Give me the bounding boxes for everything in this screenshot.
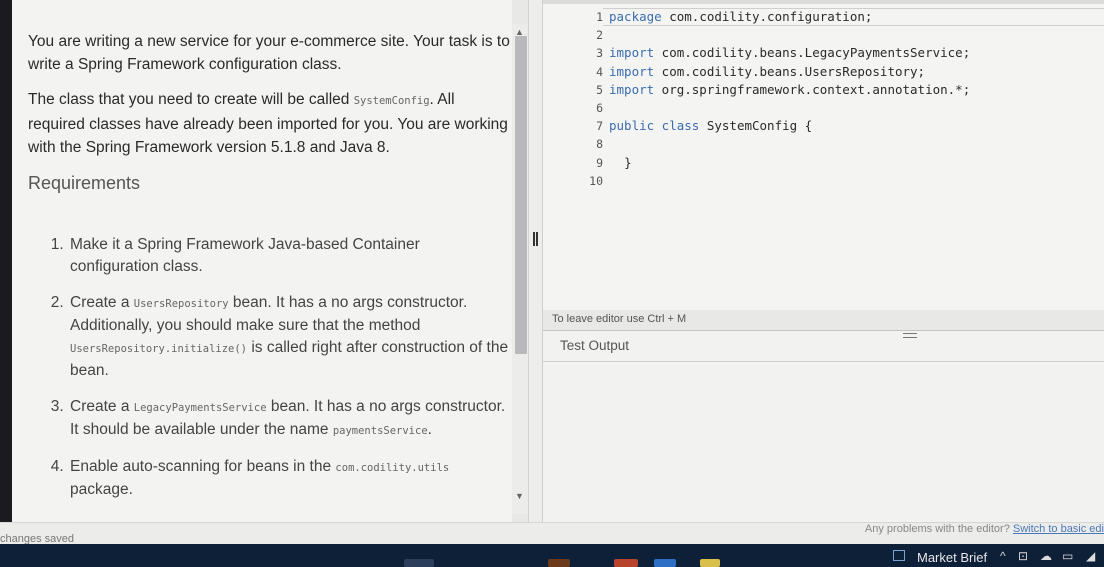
requirement-text: Make it a Spring Framework Java-based Co… bbox=[70, 236, 420, 275]
code-keyword: import bbox=[609, 81, 655, 97]
class-name-code: SystemConfig bbox=[353, 95, 430, 107]
scroll-down-arrow-icon[interactable]: ▼ bbox=[515, 492, 524, 501]
code-text: com.codility.beans.LegacyPaymentsService… bbox=[654, 45, 971, 61]
code-keyword: import bbox=[609, 63, 655, 79]
code-text: SystemConfig { bbox=[699, 118, 813, 134]
code-text: } bbox=[624, 154, 632, 170]
line-number: 8 bbox=[596, 137, 603, 152]
tray-cloud-icon[interactable]: ☁ bbox=[1040, 549, 1052, 563]
code-line[interactable]: import com.codility.beans.UsersRepositor… bbox=[609, 63, 1099, 81]
code-line[interactable] bbox=[609, 172, 1099, 190]
requirement-item-3: Create a LegacyPaymentsService bean. It … bbox=[68, 396, 512, 442]
line-number-gutter: 1 2 3 4 5 6 7 8 9 10 bbox=[561, 8, 603, 190]
switch-to-basic-editor-link[interactable]: Switch to basic edi bbox=[1013, 523, 1104, 535]
requirement-code: LegacyPaymentsService bbox=[133, 402, 267, 414]
taskbar-browser-icon[interactable] bbox=[614, 559, 638, 567]
code-line[interactable]: package com.codility.configuration; bbox=[609, 8, 1099, 26]
intro-paragraph-1: You are writing a new service for your e… bbox=[28, 33, 510, 73]
test-output-panel: Test Output bbox=[543, 331, 1104, 522]
editor-top-border bbox=[543, 0, 1104, 4]
code-keyword: public class bbox=[609, 118, 700, 134]
line-number: 9 bbox=[596, 155, 603, 170]
code-text: org.springframework.context.annotation.*… bbox=[654, 81, 971, 97]
requirement-text: Enable auto-scanning for beans in the bbox=[70, 458, 336, 475]
line-number: 4 bbox=[596, 64, 603, 79]
requirement-code: UsersRepository.initialize() bbox=[70, 343, 248, 355]
code-area[interactable]: package com.codility.configuration; impo… bbox=[609, 8, 1099, 190]
output-tab-divider bbox=[543, 361, 1104, 362]
editor-problems-text: Any problems with the editor? Switch to … bbox=[865, 523, 1104, 535]
code-line[interactable] bbox=[609, 26, 1099, 44]
taskbar-folder-icon[interactable] bbox=[700, 559, 720, 567]
code-text: com.codility.beans.UsersRepository; bbox=[654, 63, 926, 79]
line-number: 6 bbox=[596, 100, 603, 115]
taskbar-app-icon[interactable] bbox=[654, 559, 676, 567]
resize-grip-icon[interactable] bbox=[903, 333, 917, 338]
code-line[interactable] bbox=[609, 99, 1099, 117]
requirement-text: . bbox=[427, 421, 432, 438]
pane-splitter[interactable] bbox=[528, 0, 543, 522]
intro-paragraph-2: The class that you need to create will b… bbox=[28, 88, 512, 159]
task-scrollbar[interactable]: ▲ ▼ bbox=[512, 24, 528, 514]
requirement-code: paymentsService bbox=[332, 425, 428, 437]
code-line[interactable] bbox=[609, 135, 1099, 153]
os-taskbar: Market Brief ^ ⊡ ☁ ▭ ◢ bbox=[0, 544, 1104, 567]
taskbar-app-icon[interactable] bbox=[404, 559, 434, 567]
code-editor[interactable]: 1 2 3 4 5 6 7 8 9 10 package com.codilit… bbox=[543, 0, 1104, 325]
news-widget-label[interactable]: Market Brief bbox=[917, 550, 987, 565]
code-line[interactable]: public class SystemConfig { bbox=[609, 117, 1099, 135]
line-number: 3 bbox=[596, 46, 603, 61]
taskbar-app-icon[interactable] bbox=[548, 559, 570, 567]
requirement-code: UsersRepository bbox=[133, 298, 229, 310]
tab-test-output[interactable]: Test Output bbox=[560, 338, 629, 353]
requirement-text: Create a bbox=[70, 294, 134, 311]
tray-wifi-icon[interactable]: ◢ bbox=[1086, 549, 1095, 563]
task-body: You are writing a new service for your e… bbox=[28, 30, 512, 515]
line-number: 10 bbox=[589, 173, 603, 188]
output-separator bbox=[543, 330, 1104, 331]
code-text: com.codility.configuration; bbox=[661, 9, 873, 24]
code-keyword: import bbox=[609, 45, 655, 61]
intro-text: The class that you need to create will b… bbox=[28, 91, 354, 108]
code-line[interactable]: import org.springframework.context.annot… bbox=[609, 81, 1099, 99]
news-widget-icon[interactable] bbox=[893, 550, 905, 561]
code-keyword: package bbox=[609, 9, 662, 24]
requirements-list: Make it a Spring Framework Java-based Co… bbox=[28, 234, 512, 501]
tray-network-icon[interactable]: ▭ bbox=[1062, 549, 1073, 563]
line-number: 5 bbox=[596, 82, 603, 97]
tray-chevron-up-icon[interactable]: ^ bbox=[1000, 549, 1006, 563]
task-description-pane: You are writing a new service for your e… bbox=[0, 0, 512, 522]
problems-label: Any problems with the editor? bbox=[864, 523, 1013, 535]
line-number: 2 bbox=[596, 28, 603, 43]
status-bar: changes saved Any problems with the edit… bbox=[0, 522, 1104, 545]
scroll-thumb[interactable] bbox=[515, 36, 527, 354]
requirement-code: com.codility.utils bbox=[335, 462, 450, 474]
requirement-text: Create a bbox=[70, 398, 134, 415]
requirements-heading: Requirements bbox=[28, 173, 141, 193]
code-line[interactable]: import com.codility.beans.LegacyPayments… bbox=[609, 44, 1099, 62]
requirement-item-1: Make it a Spring Framework Java-based Co… bbox=[68, 234, 512, 278]
line-number: 1 bbox=[596, 10, 603, 24]
requirement-item-4: Enable auto-scanning for beans in the co… bbox=[68, 456, 512, 501]
requirement-text: package. bbox=[70, 481, 133, 498]
tray-app-icon[interactable]: ⊡ bbox=[1018, 549, 1028, 563]
splitter-grip-icon[interactable] bbox=[533, 232, 538, 246]
editor-hint: To leave editor use Ctrl + M bbox=[552, 313, 687, 325]
code-line[interactable]: } bbox=[609, 154, 1099, 172]
requirement-item-2: Create a UsersRepository bean. It has a … bbox=[68, 292, 512, 382]
line-number: 7 bbox=[596, 119, 603, 134]
